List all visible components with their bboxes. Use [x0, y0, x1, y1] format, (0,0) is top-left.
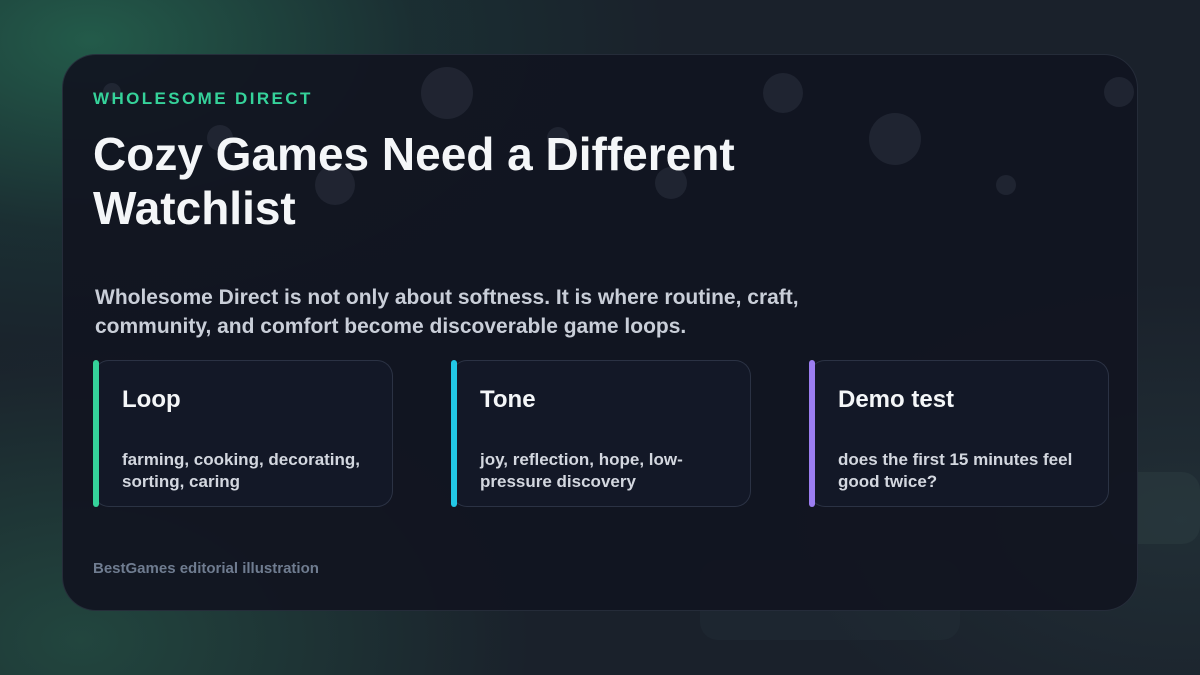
feature-text: farming, cooking, decorating, sorting, c… [122, 450, 361, 491]
accent-bar [451, 360, 457, 507]
feature-card-demo-test: Demo test does the first 15 minutes feel… [809, 360, 1109, 507]
decorative-bubble [996, 175, 1016, 195]
feature-title: Tone [480, 386, 536, 413]
feature-card-tone: Tone joy, reflection, hope, low-pressure… [451, 360, 751, 507]
feature-text: joy, reflection, hope, low-pressure disc… [480, 450, 683, 491]
accent-bar [809, 360, 815, 507]
accent-bar [93, 360, 99, 507]
article-card: WHOLESOME DIRECT Cozy Games Need a Diffe… [62, 54, 1138, 611]
decorative-bubble [763, 73, 803, 113]
feature-text: does the first 15 minutes feel good twic… [838, 450, 1073, 491]
eyebrow-label: WHOLESOME DIRECT [93, 89, 313, 108]
decorative-bubble [421, 67, 473, 119]
footer-credit: BestGames editorial illustration [93, 560, 319, 577]
feature-card-loop: Loop farming, cooking, decorating, sorti… [93, 360, 393, 507]
intro-paragraph: Wholesome Direct is not only about softn… [95, 286, 799, 338]
decorative-bubble [869, 113, 921, 165]
feature-title: Loop [122, 386, 181, 413]
page-title: Cozy Games Need a Different Watchlist [93, 128, 735, 234]
decorative-bubble [1104, 77, 1134, 107]
feature-title: Demo test [838, 386, 955, 413]
